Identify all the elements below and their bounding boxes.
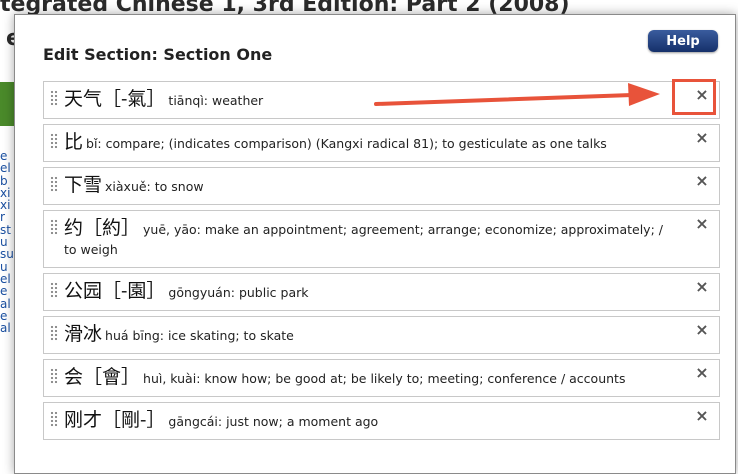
drag-handle-icon[interactable]: [50, 90, 58, 106]
item-definition: tiānqì: weather: [168, 93, 264, 108]
close-icon[interactable]: ×: [695, 279, 709, 295]
edit-section-dialog: Edit Section: Section One Help 天气［-氣］ tiā…: [14, 14, 736, 474]
close-icon[interactable]: ×: [695, 365, 709, 381]
list-item[interactable]: 比 bǐ: compare; (indicates comparison) (Ka…: [43, 124, 720, 162]
item-definition: huì, kuài: know how; be good at; be like…: [143, 371, 626, 386]
item-definition: bǐ: compare; (indicates comparison) (Kan…: [86, 136, 607, 151]
drag-handle-icon[interactable]: [50, 282, 58, 298]
item-definition: gōngyuán: public park: [168, 285, 309, 300]
drag-handle-icon[interactable]: [50, 133, 58, 149]
item-hanzi: 公园［-園］: [64, 280, 166, 302]
list-item[interactable]: 刚才［剛-］ gāngcái: just now; a moment ago ×: [43, 402, 720, 440]
drag-handle-icon[interactable]: [50, 219, 58, 235]
list-item[interactable]: 天气［-氣］ tiānqì: weather ×: [43, 81, 720, 119]
item-hanzi: 会［會］: [64, 366, 141, 388]
help-button[interactable]: Help: [648, 30, 718, 52]
close-icon[interactable]: ×: [695, 173, 709, 189]
item-definition: yuē, yāo: make an appointment; agreement…: [64, 222, 663, 257]
drag-handle-icon[interactable]: [50, 325, 58, 341]
background-green-strip: [0, 82, 14, 126]
drag-handle-icon[interactable]: [50, 411, 58, 427]
item-hanzi: 天气［-氣］: [64, 88, 166, 110]
annotation-highlight-box: [672, 79, 716, 115]
item-hanzi: 刚才［剛-］: [64, 409, 166, 431]
drag-handle-icon[interactable]: [50, 368, 58, 384]
list-item[interactable]: 约［約］ yuē, yāo: make an appointment; agree…: [43, 210, 720, 268]
list-item[interactable]: 滑冰 huá bīng: ice skating; to skate ×: [43, 316, 720, 354]
item-hanzi: 比: [64, 131, 84, 153]
item-definition: xiàxuě: to snow: [105, 179, 204, 194]
dialog-title: Edit Section: Section One: [43, 45, 273, 64]
drag-handle-icon[interactable]: [50, 176, 58, 192]
list-item[interactable]: 公园［-園］ gōngyuán: public park ×: [43, 273, 720, 311]
item-hanzi: 约［約］: [64, 217, 141, 239]
close-icon[interactable]: ×: [695, 408, 709, 424]
item-definition: huá bīng: ice skating; to skate: [105, 328, 294, 343]
close-icon[interactable]: ×: [695, 322, 709, 338]
item-definition: gāngcái: just now; a moment ago: [168, 414, 379, 429]
item-hanzi: 下雪: [64, 174, 103, 196]
item-hanzi: 滑冰: [64, 323, 103, 345]
vocabulary-list: 天气［-氣］ tiānqì: weather × 比 bǐ: compare; (i…: [43, 81, 720, 445]
close-icon[interactable]: ×: [695, 130, 709, 146]
list-item[interactable]: 下雪 xiàxuě: to snow ×: [43, 167, 720, 205]
close-icon[interactable]: ×: [695, 216, 709, 232]
list-item[interactable]: 会［會］ huì, kuài: know how; be good at; be …: [43, 359, 720, 397]
